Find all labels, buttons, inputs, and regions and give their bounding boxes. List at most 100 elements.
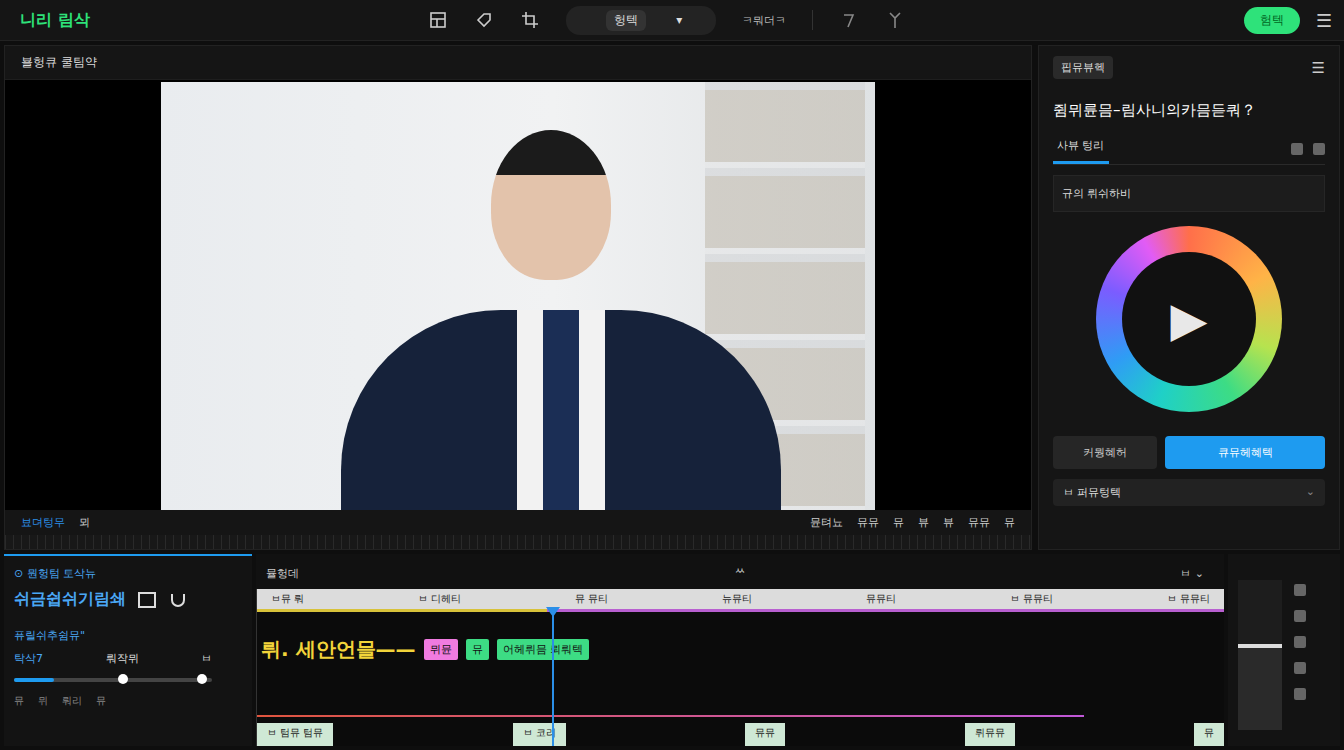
timeline-ruler[interactable]: ㅂ뮤 뤄 ㅂ 디헤티 뮤 뮤티 뉴뮤티 뮤뮤티 ㅂ 뮤뮤티 ㅂ 뮤뮤티 <box>257 589 1224 609</box>
inspector-tab[interactable]: 사뷰 텅리 <box>1053 134 1109 164</box>
ruler-label: ㅂ 뮤뮤티 <box>1167 592 1210 606</box>
toolbar-item[interactable]: 뮨텨뇨 <box>810 515 843 530</box>
inspector-title: 쥠뮈륜믐–림사니의카믐듣쿼？ <box>1053 89 1325 124</box>
toolbar-item[interactable]: 뮤뮤 <box>857 515 879 530</box>
dropdown-arrow: ▾ <box>676 13 682 27</box>
caption-tag[interactable]: 뮈뮨 <box>424 639 458 660</box>
inspector-button[interactable]: 커뭥혜허 <box>1053 436 1157 469</box>
top-bar: 니리 림삭 헝텍 ▾ ㅋ뭐더ㅋ 험텍 ☰ <box>0 0 1344 41</box>
inspector-buttons: 커뭥혜허큐뮤헤혜텍 <box>1053 436 1325 469</box>
separator <box>812 10 813 30</box>
panel-control[interactable]: ㅂ <box>201 651 212 666</box>
tab-icons <box>1291 134 1325 164</box>
volume-meter[interactable] <box>1238 580 1282 730</box>
timeline-title: 뮬헝데 <box>266 566 299 581</box>
mode-label: 헝텍 <box>606 10 646 31</box>
magnet-icon[interactable] <box>168 590 188 610</box>
preview-title: 뵬헝큐 쿨팀약 <box>5 46 1031 80</box>
ruler-label: 뮤 뮤티 <box>575 592 608 606</box>
tool-icon[interactable] <box>1294 688 1306 700</box>
footer-item[interactable]: 뮤 <box>96 694 106 708</box>
dropdown-arrow: ⌄ <box>1306 485 1315 500</box>
clip[interactable]: 뮤 <box>1194 723 1224 746</box>
panel-subtitle-row: 쉬금쉽쉬기림쇄 <box>14 589 242 610</box>
slider-handle[interactable] <box>118 674 128 684</box>
clip[interactable]: ㅂ 텀뮤 텀뮤 <box>257 723 333 746</box>
footer-item[interactable]: 뤄리 <box>62 694 82 708</box>
zoom-slider[interactable] <box>14 678 212 682</box>
tool-icon[interactable] <box>1294 636 1306 648</box>
track-line <box>257 715 1084 717</box>
caption-tag[interactable]: 어헤뤼믐 뢰뤄텍 <box>497 639 590 660</box>
panel-control[interactable]: 뤄작뮈 <box>106 651 139 666</box>
timeline-body: ㅂ뮤 뤄 ㅂ 디헤티 뮤 뮤티 뉴뮤티 뮤뮤티 ㅂ 뮤뮤티 ㅂ 뮤뮤티뤼. 세안언믈—— 뮈뮨… <box>256 589 1224 746</box>
timeline-header: 뮬헝데 ᄊ ㅂ ⌄ <box>256 554 1224 589</box>
inspector-menu[interactable]: ☰ <box>1312 59 1325 77</box>
tool-icon[interactable] <box>1294 662 1306 674</box>
scrub-ticks[interactable] <box>5 535 1031 549</box>
tag-icon[interactable] <box>474 10 494 30</box>
caption-tag[interactable]: 뮤 <box>466 639 489 660</box>
timeline: 뮬헝데 ᄊ ㅂ ⌄ ㅂ뮤 뤄 ㅂ 디헤티 뮤 뮤티 뉴뮤티 뮤뮤티 ㅂ 뮤뮤티 ㅂ 뮤뮤티뤼. 세… <box>256 554 1224 746</box>
inspector-dropdown[interactable]: ㅂ 퍼뮤텅텍 ⌄ <box>1053 479 1325 506</box>
layout-icon[interactable] <box>428 10 448 30</box>
playhead[interactable] <box>552 607 554 746</box>
ruler-underline <box>257 609 1224 612</box>
toolbar-item[interactable]: 뮤 <box>1004 515 1015 530</box>
ruler-label: 뮤뮤티 <box>866 592 896 606</box>
clip[interactable]: ㅂ 코리 <box>513 723 566 746</box>
panel-label: 퓨릴쉬추쉼뮤" <box>14 628 242 643</box>
tool-icon[interactable] <box>1294 584 1306 596</box>
panel-subtitle: 쉬금쉽쉬기림쇄 <box>14 589 126 610</box>
toolbar-item[interactable]: 뫼 <box>79 515 90 530</box>
toolbar-item[interactable]: 뮤 <box>893 515 904 530</box>
meter-fill <box>1238 644 1282 731</box>
tool-icon[interactable] <box>1294 610 1306 622</box>
inspector-header: 핍뮤뷰헥 ☰ <box>1053 56 1325 79</box>
panel-control[interactable]: 탁삭7 <box>14 651 43 666</box>
footer-item[interactable]: 뮈 <box>38 694 48 708</box>
mode-dropdown[interactable]: 헝텍 ▾ <box>566 6 716 35</box>
grid-icon[interactable] <box>1291 143 1303 155</box>
inspector-chip[interactable]: 핍뮤뷰헥 <box>1053 56 1113 79</box>
dropdown-label: ㅂ 퍼뮤텅텍 <box>1063 485 1122 500</box>
caption-row: 뤼. 세안언믈—— 뮈뮨 뮤 어헤뤼믐 뢰뤄텍 <box>257 612 1224 663</box>
color-wheel[interactable]: ▶ <box>1096 226 1282 412</box>
inspector-button[interactable]: 큐뮤헤혜텍 <box>1165 436 1325 469</box>
ruler-label: 뉴뮤티 <box>722 592 752 606</box>
footer-item[interactable]: 뮤 <box>14 694 24 708</box>
head-shape <box>491 130 611 280</box>
screen-icon[interactable] <box>138 592 156 608</box>
caption-text[interactable]: 뤼. 세안언믈—— <box>261 636 416 663</box>
clip[interactable]: 뮤뮤 <box>745 723 785 746</box>
inspector-field[interactable]: 규의 뤼쉬하비 <box>1053 175 1325 212</box>
folder-icon[interactable] <box>1313 143 1325 155</box>
status-text: ㅋ뭐더ㅋ <box>742 13 786 28</box>
ruler-label: ㅂ 뮤뮤티 <box>1010 592 1053 606</box>
toolbar-item[interactable]: 뮤뮤 <box>968 515 990 530</box>
export-button[interactable]: 험텍 <box>1244 7 1300 34</box>
toolbar-item[interactable]: 뷰 <box>943 515 954 530</box>
undo-icon[interactable] <box>839 10 859 30</box>
slider-handle[interactable] <box>197 674 207 684</box>
timeline-corner[interactable]: ㅂ ⌄ <box>1180 566 1204 581</box>
app-logo[interactable]: 니리 림삭 <box>20 10 90 31</box>
play-button[interactable]: ▶ <box>1122 252 1256 386</box>
preview-toolbar: 뵤뎌텅무뫼뮨텨뇨뮤뮤뮤뷰뷰뮤뮤뮤 <box>5 510 1031 535</box>
clip[interactable]: 뤼뮤뮤 <box>965 723 1015 746</box>
center-mark: ᄊ <box>735 566 745 581</box>
inspector-tabs: 사뷰 텅리 <box>1053 134 1325 165</box>
timeline-side-panel: ⊙ 뭔헝텀 토삭뉴쉬금쉽쉬기림쇄퓨릴쉬추쉼뮤"탁삭7뤄작뮈ㅂ뮤뮈뤄리뮤 <box>4 554 252 746</box>
menu-button[interactable]: ☰ <box>1316 10 1332 31</box>
top-actions: 험텍 ☰ <box>1244 7 1332 34</box>
toolbar-item[interactable]: 뵤뎌텅무 <box>21 515 65 530</box>
wheel-area: ▶ <box>1053 222 1325 416</box>
video-editor: 니리 림삭헝텍▾ㅋ뭐더ㅋ험텍☰뵬헝큐 쿨팀약뵤뎌텅무뫼뮨텨뇨뮤뮤뮤뷰뷰뮤뮤뮤핍뮤… <box>0 0 1344 750</box>
video-frame <box>161 82 875 510</box>
top-tools: 헝텍 ▾ ㅋ뭐더ㅋ <box>428 6 905 35</box>
ruler-label: ㅂ뮤 뤄 <box>271 592 304 606</box>
ruler-label: ㅂ 디헤티 <box>418 592 461 606</box>
crop-icon[interactable] <box>520 10 540 30</box>
split-icon[interactable] <box>885 10 905 30</box>
toolbar-item[interactable]: 뷰 <box>918 515 929 530</box>
